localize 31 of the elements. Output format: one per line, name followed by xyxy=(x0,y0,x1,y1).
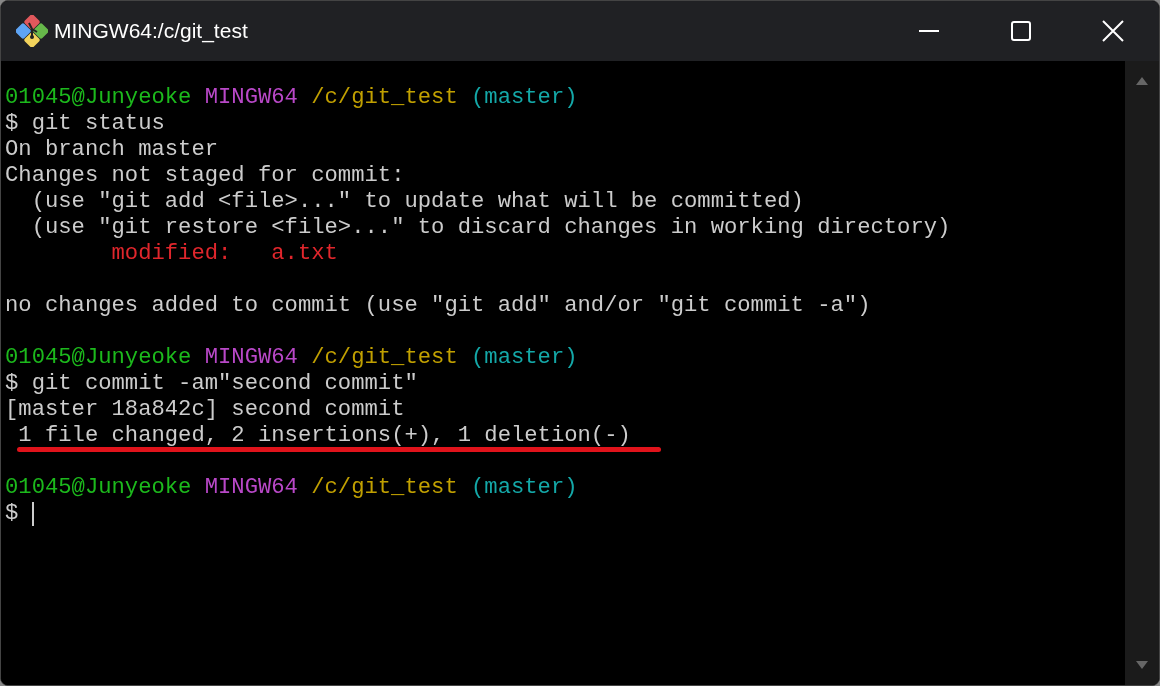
terminal-line: [master 18a842c] second commit xyxy=(5,397,405,423)
scroll-down-icon[interactable] xyxy=(1136,661,1148,669)
prompt-branch: (master) xyxy=(471,345,578,371)
terminal-line: (use "git add <file>..." to update what will be committed) xyxy=(30,189,804,215)
prompt-user: 01045@Junyeoke xyxy=(5,345,192,371)
terminal-line: 1 file changed, 2 insertions(+), 1 deletion(-) xyxy=(17,423,631,449)
prompt-host: MINGW64 xyxy=(204,85,298,111)
terminal-line: $ git status xyxy=(5,111,165,137)
terminal-line: Changes not staged for commit: xyxy=(5,163,405,189)
terminal-line: no changes added to commit (use "git add" and/or "git commit -a") xyxy=(5,293,871,319)
window-title: MINGW64:/c/git_test xyxy=(54,18,248,45)
scroll-up-icon[interactable] xyxy=(1136,77,1148,85)
prompt-user: 01045@Junyeoke xyxy=(5,475,192,501)
minimize-icon xyxy=(919,30,939,32)
terminal-line: $ xyxy=(5,501,19,527)
scrollbar[interactable] xyxy=(1125,61,1159,685)
prompt-path: /c/git_test xyxy=(311,345,458,371)
terminal-line: $ git commit -am"second commit" xyxy=(5,371,418,397)
terminal-line: (use "git restore <file>..." to discard changes in working directory) xyxy=(30,215,951,241)
prompt-path: /c/git_test xyxy=(311,475,458,501)
prompt-branch: (master) xyxy=(471,85,578,111)
prompt-host: MINGW64 xyxy=(204,475,298,501)
app-logo-icon xyxy=(16,15,48,47)
prompt-branch: (master) xyxy=(471,475,578,501)
prompt-user: 01045@Junyeoke xyxy=(5,85,192,111)
modified-file-line: modified: a.txt xyxy=(110,241,338,267)
maximize-icon xyxy=(1011,21,1031,41)
close-icon xyxy=(1102,20,1124,42)
prompt-path: /c/git_test xyxy=(311,85,458,111)
terminal-line: On branch master xyxy=(5,137,219,163)
prompt-host: MINGW64 xyxy=(204,345,298,371)
